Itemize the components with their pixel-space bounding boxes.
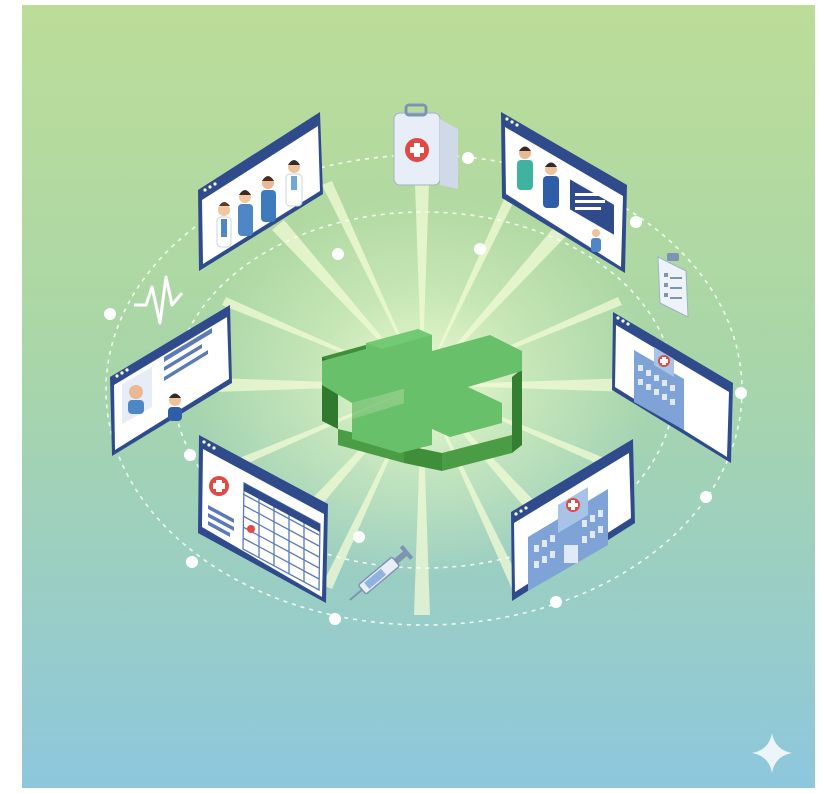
staff-person-4: [285, 160, 303, 207]
healthcare-network-illustration: [22, 5, 815, 788]
patient-figure: [543, 162, 559, 208]
illustration-canvas: [22, 5, 815, 788]
staff-person-2: [238, 190, 253, 236]
doctor-figure: [517, 146, 533, 190]
staff-person-3: [261, 176, 276, 222]
staff-person-1: [216, 202, 232, 248]
small-figure: [591, 229, 601, 252]
